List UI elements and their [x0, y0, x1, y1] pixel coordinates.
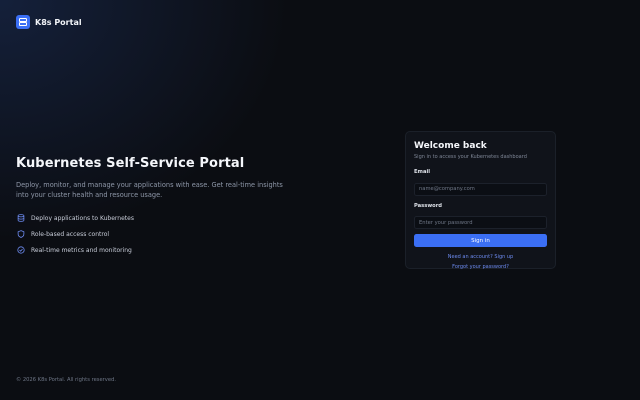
hero-section: Kubernetes Self-Service Portal Deploy, m… — [16, 156, 316, 258]
feature-item-deploy: Deploy applications to Kubernetes — [16, 210, 316, 226]
brand-name: K8s Portal — [35, 17, 82, 27]
login-subtitle: Sign in to access your Kubernetes dashbo… — [414, 154, 527, 160]
email-label: Email — [414, 169, 431, 175]
server-icon — [16, 15, 30, 29]
brand-logo[interactable]: K8s Portal — [16, 15, 82, 29]
login-card: Welcome back Sign in to access your Kube… — [405, 131, 556, 272]
feature-label: Deploy applications to Kubernetes — [31, 214, 134, 222]
feature-label: Real-time metrics and monitoring — [31, 246, 132, 254]
forgot-password-link[interactable]: Forgot your password? — [414, 262, 547, 272]
auth-links: Need an account? Sign up Forgot your pas… — [414, 252, 547, 272]
login-title: Welcome back — [414, 141, 487, 151]
hero-title: Kubernetes Self-Service Portal — [16, 156, 245, 171]
feature-item-rbac: Role-based access control — [16, 226, 316, 242]
feature-list: Deploy applications to Kubernetes Role-b… — [16, 210, 316, 258]
password-label: Password — [414, 202, 442, 209]
password-field[interactable] — [414, 216, 547, 229]
email-field[interactable] — [414, 182, 547, 196]
login-page: K8s Portal Kubernetes Self-Service Porta… — [0, 0, 640, 400]
check-circle-icon — [16, 246, 25, 255]
feature-item-metrics: Real-time metrics and monitoring — [16, 242, 316, 258]
sign-in-button[interactable]: Sign in — [414, 234, 547, 247]
database-icon — [16, 214, 25, 223]
sign-up-link[interactable]: Need an account? Sign up — [414, 252, 547, 262]
shield-icon — [16, 230, 25, 239]
footer-copyright: © 2026 K8s Portal. All rights reserved. — [16, 377, 117, 383]
hero-description: Deploy, monitor, and manage your applica… — [16, 181, 283, 199]
feature-label: Role-based access control — [31, 230, 110, 238]
